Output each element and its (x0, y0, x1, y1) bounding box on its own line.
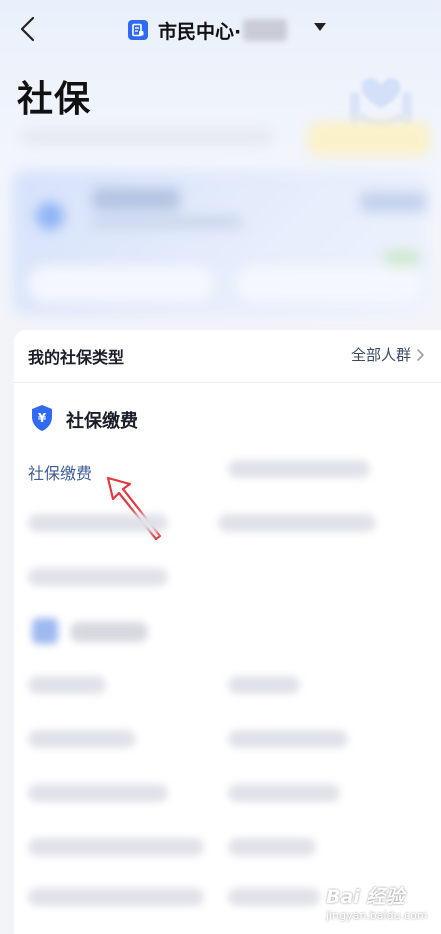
service-item-redacted[interactable] (228, 460, 370, 478)
service-item-redacted[interactable] (28, 784, 168, 802)
summary-badge-redacted (308, 122, 430, 156)
summary-text-redacted (22, 130, 272, 144)
section-icon-redacted (32, 618, 58, 644)
watermark-text: Bai 经验 (326, 886, 405, 908)
service-item-redacted[interactable] (28, 888, 204, 906)
account-action-1-redacted[interactable] (28, 266, 214, 302)
service-item-redacted[interactable] (228, 730, 348, 748)
service-item-redacted[interactable] (228, 888, 320, 906)
service-item-redacted[interactable] (228, 838, 316, 856)
chevron-right-icon (417, 348, 424, 361)
heart-hands-icon (350, 78, 412, 128)
back-button[interactable] (14, 14, 44, 44)
payment-section-title: 社保缴费 (66, 411, 138, 432)
page-title: 社保 (17, 79, 92, 120)
service-item-redacted[interactable] (218, 514, 376, 532)
service-item-redacted[interactable] (228, 784, 340, 802)
city-card-icon (128, 20, 148, 40)
section-title-redacted (70, 622, 148, 642)
city-name-redacted (243, 19, 288, 41)
service-item-redacted[interactable] (28, 676, 106, 694)
account-action-2-redacted[interactable] (236, 266, 422, 302)
social-type-label: 我的社保类型 (28, 348, 125, 367)
all-groups-link[interactable]: 全部人群 (351, 344, 425, 365)
caret-down-icon[interactable] (314, 23, 326, 31)
watermark-url: jingyan.baidu.com (326, 909, 428, 922)
account-right-redacted (360, 192, 426, 212)
account-sub-redacted (92, 216, 242, 228)
social-payment-link[interactable]: 社保缴费 (28, 460, 92, 484)
account-tag-redacted (384, 250, 420, 266)
city-title: 市民中心· (158, 20, 242, 43)
yen-shield-icon: ¥ (32, 405, 52, 431)
city-selector[interactable]: 市民中心· (128, 16, 288, 44)
account-avatar-redacted (36, 202, 64, 230)
service-item-redacted[interactable] (28, 730, 136, 748)
service-item-redacted[interactable] (28, 514, 168, 532)
service-item-redacted[interactable] (228, 676, 300, 694)
service-item-redacted[interactable] (28, 568, 168, 586)
svg-text:¥: ¥ (38, 411, 47, 425)
account-name-redacted (92, 188, 180, 210)
service-item-redacted[interactable] (28, 838, 204, 856)
all-groups-label: 全部人群 (350, 346, 411, 364)
